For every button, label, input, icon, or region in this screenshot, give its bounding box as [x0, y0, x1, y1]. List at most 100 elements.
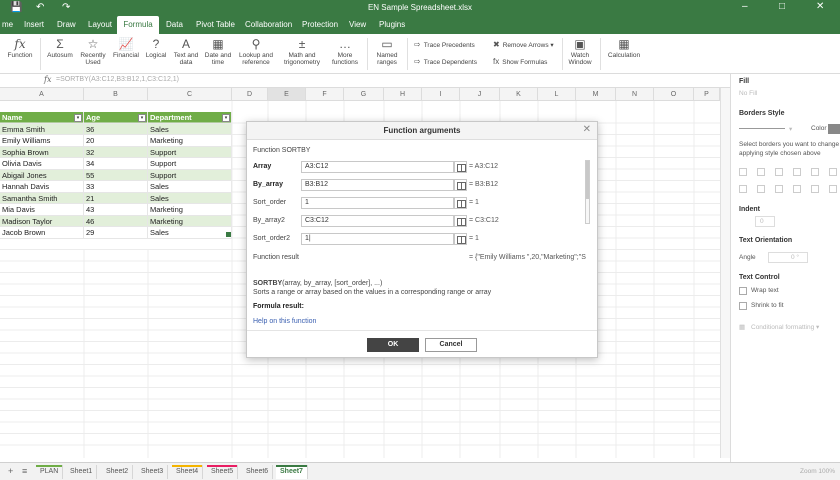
tab-layout[interactable]: Layout [84, 16, 116, 34]
math-trig-button[interactable]: ± Math and trigonometry [278, 36, 326, 66]
column-header-i[interactable]: I [422, 88, 460, 101]
sheet-tab-plan[interactable]: PLAN [36, 465, 64, 479]
show-formulas-button[interactable]: fx Show Formulas [493, 57, 547, 66]
column-header-h[interactable]: H [384, 88, 422, 101]
column-header-d[interactable]: D [232, 88, 268, 101]
arg-input-sort-order2[interactable]: 1| [301, 233, 454, 245]
tab-home[interactable]: me [0, 16, 17, 34]
column-header-g[interactable]: G [344, 88, 384, 101]
formula-input[interactable]: =SORTBY(A3:C12,B3:B12,1,C3:C12,1) [56, 76, 179, 83]
indent-input[interactable]: 0 [755, 216, 775, 227]
column-header-e[interactable]: E [268, 88, 306, 101]
arg-input-sort-order[interactable]: 1 [301, 197, 454, 209]
insert-function-button[interactable]: fx Function [4, 36, 36, 59]
border-bottom-icon[interactable] [829, 185, 837, 193]
text-data-button[interactable]: A Text and data [171, 36, 201, 66]
column-header-l[interactable]: L [538, 88, 576, 101]
select-range-icon[interactable] [454, 215, 467, 227]
sheet-list-icon[interactable]: ≡ [22, 466, 27, 476]
border-diagonal-up-icon[interactable] [829, 168, 837, 176]
border-outer-icon[interactable] [739, 168, 747, 176]
remove-arrows-icon: ✖ [493, 40, 500, 49]
column-header-o[interactable]: O [654, 88, 694, 101]
help-link[interactable]: Help on this function [253, 318, 316, 325]
fill-select[interactable]: No Fill [739, 90, 757, 97]
remove-arrows-button[interactable]: ✖ Remove Arrows ▾ [493, 40, 554, 49]
fx-icon[interactable]: fx [44, 75, 51, 84]
column-header-f[interactable]: F [306, 88, 344, 101]
border-line-style-select[interactable] [739, 128, 785, 129]
select-range-icon[interactable] [454, 161, 467, 173]
table-resize-handle[interactable] [226, 232, 231, 237]
tab-insert[interactable]: Insert [20, 16, 48, 34]
close-window-icon[interactable]: ✕ [816, 1, 824, 12]
arg-input-by-array[interactable]: B3:B12 [301, 179, 454, 191]
arg-input-array[interactable]: A3:C12 [301, 161, 454, 173]
tab-pivot-table[interactable]: Pivot Table [192, 16, 239, 34]
angle-input[interactable]: 0 ° [768, 252, 808, 263]
tab-data[interactable]: Data [162, 16, 187, 34]
financial-button[interactable]: 📈 Financial [110, 36, 142, 59]
sheet-tab-sheet1[interactable]: Sheet1 [66, 465, 98, 479]
border-middle-icon[interactable] [811, 185, 819, 193]
border-color-picker[interactable] [828, 124, 840, 134]
tab-formula[interactable]: Formula [117, 16, 159, 34]
column-header-k[interactable]: K [500, 88, 538, 101]
minimize-icon[interactable]: – [742, 1, 748, 12]
border-inner-icon[interactable] [793, 168, 801, 176]
vertical-scrollbar[interactable] [720, 88, 730, 458]
tab-protection[interactable]: Protection [298, 16, 342, 34]
ok-button[interactable]: OK [367, 338, 419, 352]
sheet-tab-sheet6[interactable]: Sheet6 [242, 465, 274, 479]
select-range-icon[interactable] [454, 179, 467, 191]
trace-dependents-button[interactable]: ⇨ Trace Dependents [414, 57, 477, 66]
column-header-c[interactable]: C [148, 88, 232, 101]
border-top-icon[interactable] [793, 185, 801, 193]
sheet-tab-sheet7[interactable]: Sheet7 [276, 465, 308, 479]
tab-draw[interactable]: Draw [53, 16, 80, 34]
chevron-down-icon[interactable]: ▾ [789, 125, 792, 133]
border-diagonal-down-icon[interactable] [811, 168, 819, 176]
arg-input-by-array2[interactable]: C3:C12 [301, 215, 454, 227]
cancel-button[interactable]: Cancel [425, 338, 477, 352]
select-range-icon[interactable] [454, 197, 467, 209]
border-center-icon[interactable] [757, 185, 765, 193]
close-icon[interactable]: ✕ [583, 125, 591, 135]
column-header-b[interactable]: B [84, 88, 148, 101]
column-header-m[interactable]: M [576, 88, 616, 101]
tab-collaboration[interactable]: Collaboration [241, 16, 296, 34]
more-functions-button[interactable]: … More functions [327, 36, 363, 66]
sheet-tab-sheet3[interactable]: Sheet3 [137, 465, 169, 479]
lookup-reference-button[interactable]: ⚲ Lookup and reference [236, 36, 276, 66]
border-left-icon[interactable] [739, 185, 747, 193]
conditional-formatting-button[interactable]: Conditional formatting ▾ [751, 323, 819, 331]
add-sheet-icon[interactable]: + [8, 466, 13, 476]
column-header-j[interactable]: J [460, 88, 500, 101]
calculation-button[interactable]: ▦ Calculation [604, 36, 644, 59]
logical-button[interactable]: ? Logical [142, 36, 170, 59]
recently-used-button[interactable]: ☆ Recently Used [77, 36, 109, 66]
scrollbar-thumb[interactable] [586, 161, 589, 199]
arguments-scrollbar[interactable] [585, 160, 590, 224]
trace-precedents-button[interactable]: ⇨ Trace Precedents [414, 40, 475, 49]
tab-view[interactable]: View [345, 16, 370, 34]
column-header-p[interactable]: P [694, 88, 720, 101]
sheet-tab-sheet4[interactable]: Sheet4 [172, 465, 204, 479]
sheet-tab-sheet2[interactable]: Sheet2 [102, 465, 134, 479]
sheet-tab-sheet5[interactable]: Sheet5 [207, 465, 239, 479]
border-all-icon[interactable] [757, 168, 765, 176]
border-none-icon[interactable] [775, 168, 783, 176]
column-header-n[interactable]: N [616, 88, 654, 101]
wrap-text-checkbox[interactable] [739, 287, 747, 295]
shrink-to-fit-checkbox[interactable] [739, 302, 747, 310]
tab-plugins[interactable]: Plugins [375, 16, 409, 34]
watch-window-button[interactable]: ▣ Watch Window [565, 36, 595, 66]
date-time-button[interactable]: ▦ Date and time [202, 36, 234, 66]
maximize-icon[interactable]: □ [779, 1, 785, 12]
border-right-icon[interactable] [775, 185, 783, 193]
zoom-indicator[interactable]: Zoom 100% [800, 468, 835, 475]
autosum-button[interactable]: Σ Autosum [44, 36, 76, 59]
column-header-a[interactable]: A [0, 88, 84, 101]
select-range-icon[interactable] [454, 233, 467, 245]
named-ranges-button[interactable]: ▭ Named ranges [370, 36, 404, 66]
